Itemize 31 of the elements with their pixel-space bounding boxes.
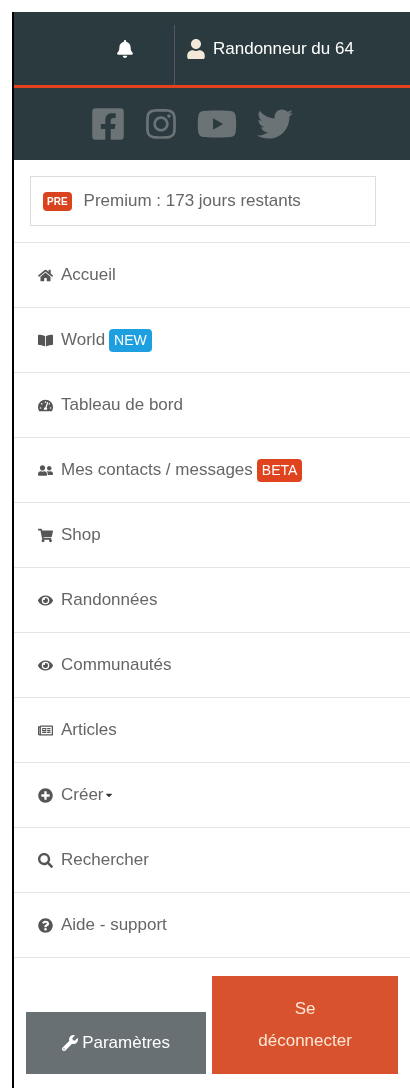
menu-item[interactable]: Communautés — [14, 633, 410, 698]
menu-item[interactable]: Rechercher — [14, 828, 410, 893]
menu-item[interactable]: Randonnées — [14, 568, 410, 633]
user-icon — [187, 38, 205, 59]
menu-item[interactable]: Mes contacts / messages BETA — [14, 438, 410, 503]
cart-icon — [38, 527, 53, 543]
menu-item[interactable]: World NEW — [14, 308, 410, 373]
menu-item[interactable]: Articles — [14, 698, 410, 763]
twitter-icon[interactable] — [256, 106, 294, 142]
search-icon — [38, 852, 53, 868]
premium-text: Premium : 173 jours restants — [83, 190, 301, 213]
menu-item[interactable]: Aide - support — [14, 893, 410, 958]
menu-item[interactable]: Accueil — [14, 243, 410, 308]
menu-badge: NEW — [109, 328, 152, 352]
home-icon — [38, 267, 53, 283]
menu-item[interactable]: Tableau de bord — [14, 373, 410, 438]
menu-item[interactable]: Shop — [14, 503, 410, 568]
menu-item[interactable]: Créer — [14, 763, 410, 828]
gauge-icon — [38, 397, 53, 413]
logout-button[interactable]: Se déconnecter — [212, 976, 398, 1074]
bell-icon[interactable] — [116, 39, 134, 58]
facebook-icon[interactable] — [90, 106, 126, 142]
instagram-icon[interactable] — [144, 107, 178, 141]
wrench-icon — [62, 1035, 79, 1051]
help-icon — [38, 917, 53, 933]
menu-badge: BETA — [256, 458, 303, 482]
users-icon — [38, 462, 53, 478]
user-menu[interactable]: Randonneur du 64 — [175, 35, 354, 62]
settings-button[interactable]: Paramètres — [26, 1012, 207, 1074]
premium-badge: PRE — [43, 191, 72, 211]
book-icon — [38, 332, 53, 348]
